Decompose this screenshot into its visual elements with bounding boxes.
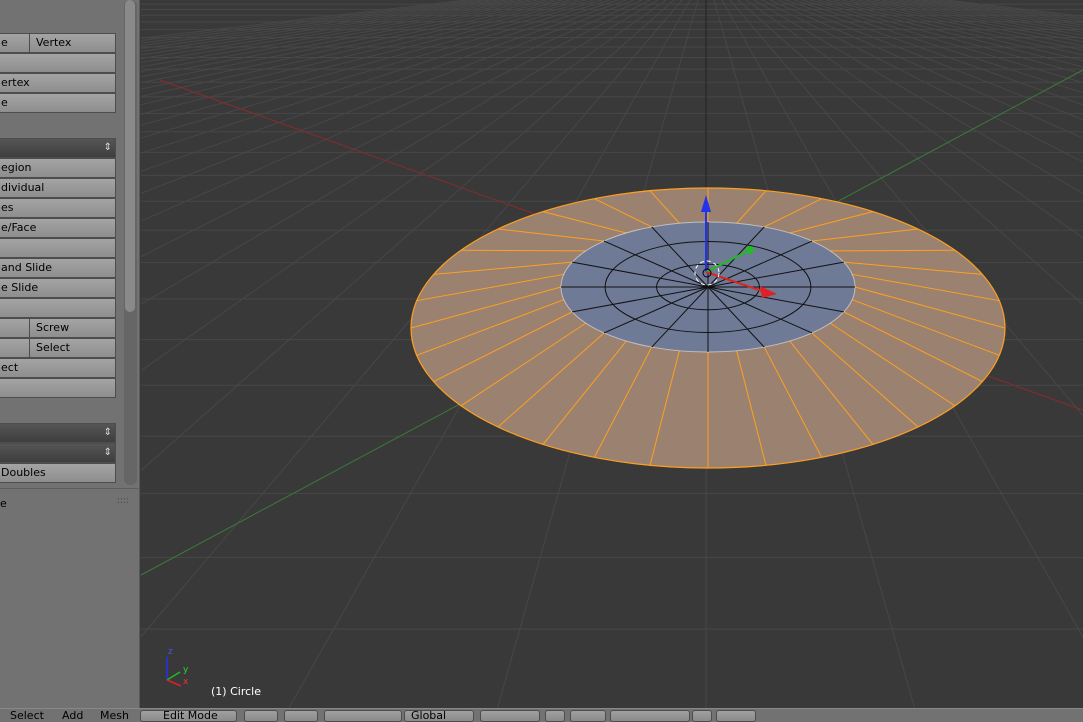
proportional-edit-selector[interactable] — [570, 710, 606, 722]
button-label: Select — [36, 341, 70, 354]
button-label: es — [1, 201, 14, 214]
menu-add[interactable]: Add — [62, 710, 83, 722]
occlude-button[interactable] — [545, 710, 565, 722]
button-label: e — [1, 96, 8, 109]
gizmo-y-arrow[interactable] — [746, 246, 754, 254]
tool-button[interactable]: ect — [0, 358, 116, 378]
manipulator-buttons[interactable] — [324, 710, 402, 722]
mode-selector[interactable]: Edit Mode — [140, 710, 237, 722]
orientation-selector[interactable]: Global — [404, 710, 474, 722]
menu-select[interactable]: Select — [10, 710, 44, 722]
button-label: e — [1, 36, 8, 49]
3d-view-header: Select Add Mesh Edit Mode Global — [0, 708, 1083, 722]
button-label: and Slide — [1, 261, 53, 274]
button-label: e/Face — [1, 221, 37, 234]
axis-x-label: x — [183, 677, 189, 687]
extrude-individual-button[interactable]: dividual — [0, 178, 116, 198]
snap-controls[interactable] — [610, 710, 690, 722]
sphere-wireframe — [561, 222, 855, 352]
select-mode-buttons[interactable] — [480, 710, 540, 722]
scrollbar-thumb[interactable] — [125, 0, 135, 312]
tool-button[interactable]: es — [0, 198, 116, 218]
grip-icon[interactable]: :::: — [117, 496, 129, 506]
screw-button[interactable]: Screw — [29, 318, 116, 338]
button-label: ertex — [1, 76, 30, 89]
tool-button[interactable] — [0, 298, 116, 318]
tool-button[interactable] — [0, 53, 116, 73]
tool-button[interactable]: e Slide — [0, 278, 116, 298]
axis-navigator: z y x — [166, 647, 189, 687]
tool-button[interactable]: ertex — [0, 73, 116, 93]
select-button[interactable]: Select — [29, 338, 116, 358]
vertex-button[interactable]: Vertex — [29, 33, 116, 53]
orientation-label: Global — [411, 710, 447, 722]
tool-button[interactable]: e/Face — [0, 218, 116, 238]
button-label: Vertex — [36, 36, 72, 49]
menu-mesh[interactable]: Mesh — [100, 710, 129, 722]
3d-viewport[interactable]: z y x — [141, 0, 1083, 708]
tool-button[interactable]: e — [0, 93, 116, 113]
button-label: Doubles — [1, 466, 46, 479]
extrude-region-button[interactable]: egion — [0, 158, 116, 178]
dropdown[interactable] — [0, 138, 116, 158]
button-label: e Slide — [1, 281, 39, 294]
remove-doubles-button[interactable]: Doubles — [0, 463, 116, 483]
tool-shelf: e Vertex ertex e egion dividual es e/Fac… — [0, 0, 140, 708]
copy-button[interactable] — [692, 710, 712, 722]
axis-z-label: z — [168, 647, 173, 657]
tool-button[interactable] — [0, 238, 116, 258]
tool-button[interactable] — [0, 378, 116, 398]
button-label: ect — [1, 361, 19, 374]
shading-selector[interactable] — [244, 710, 278, 722]
object-name-label: (1) Circle — [211, 685, 261, 698]
button-label: egion — [1, 161, 32, 174]
axis-y-label: y — [183, 665, 189, 675]
tool-button[interactable]: and Slide — [0, 258, 116, 278]
render-buttons[interactable] — [716, 710, 756, 722]
panel-title: e — [0, 497, 7, 510]
button-label: Screw — [36, 321, 70, 334]
button-label: dividual — [1, 181, 45, 194]
mode-label: Edit Mode — [163, 710, 218, 722]
dropdown[interactable] — [0, 423, 116, 443]
dropdown[interactable] — [0, 443, 116, 463]
pivot-selector[interactable] — [284, 710, 318, 722]
